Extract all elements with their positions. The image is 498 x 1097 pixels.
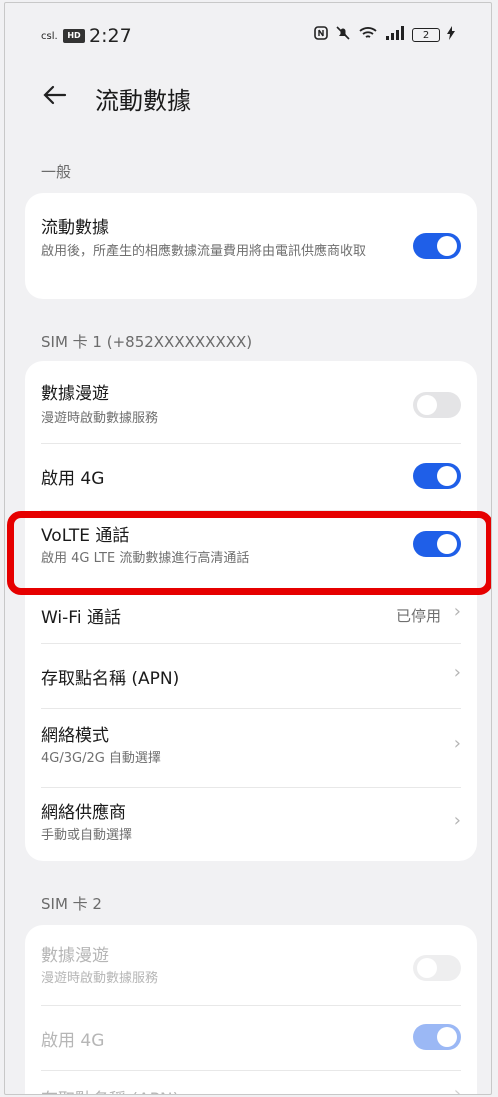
status-icons: 2 bbox=[314, 25, 455, 45]
sim2-4g-toggle[interactable] bbox=[413, 1024, 461, 1050]
section-general-label: 一般 bbox=[41, 163, 72, 181]
sim1-apn-title: 存取點名稱 (APN) bbox=[41, 669, 180, 689]
sim1-4g-toggle[interactable] bbox=[413, 463, 461, 489]
sim1-carrier-row[interactable]: 網絡供應商 手動或自動選擇 › bbox=[25, 788, 477, 861]
chevron-right-icon: › bbox=[453, 601, 461, 622]
sim1-roaming-title: 數據漫遊 bbox=[41, 384, 109, 404]
phone-screen: csl. HD 2:27 2 流動數據 一般 流動數據 啟用後，所產生的相應數據… bbox=[4, 2, 492, 1095]
sim1-network-mode-title: 網絡模式 bbox=[41, 726, 109, 746]
sim2-apn-row[interactable]: 存取點名稱 (APN) › bbox=[25, 1071, 477, 1095]
wifi-icon bbox=[358, 26, 378, 44]
sim2-roaming-title: 數據漫遊 bbox=[41, 946, 109, 966]
carrier-label: csl. bbox=[41, 31, 58, 42]
sim1-carrier-subtitle: 手動或自動選擇 bbox=[41, 828, 133, 843]
chevron-right-icon: › bbox=[453, 733, 461, 754]
chevron-right-icon: › bbox=[453, 810, 461, 831]
sim1-roaming-row[interactable]: 數據漫遊 漫遊時啟動數據服務 bbox=[25, 361, 477, 443]
mobile-data-title: 流動數據 bbox=[41, 218, 109, 238]
sim2-card: 數據漫遊 漫遊時啟動數據服務 啟用 4G 存取點名稱 (APN) › bbox=[25, 925, 477, 1095]
sim1-apn-row[interactable]: 存取點名稱 (APN) › bbox=[25, 644, 477, 708]
clock: 2:27 bbox=[89, 25, 132, 47]
sim1-wifi-calling-status: 已停用 bbox=[395, 607, 441, 625]
sim1-roaming-toggle[interactable] bbox=[413, 392, 461, 418]
charging-icon bbox=[447, 26, 455, 44]
signal-icon bbox=[385, 26, 405, 44]
nfc-icon bbox=[314, 26, 328, 44]
volte-highlight-box bbox=[7, 511, 491, 595]
battery-icon: 2 bbox=[412, 28, 440, 42]
section-sim2-label: SIM 卡 2 bbox=[41, 895, 102, 913]
mobile-data-toggle[interactable] bbox=[413, 233, 461, 259]
sim2-4g-row[interactable]: 啟用 4G bbox=[25, 1006, 477, 1070]
arrow-left-icon bbox=[43, 85, 67, 105]
section-sim1-label: SIM 卡 1 (+852XXXXXXXXX) bbox=[41, 333, 253, 351]
sim1-4g-row[interactable]: 啟用 4G bbox=[25, 444, 477, 510]
page-title: 流動數據 bbox=[95, 87, 191, 115]
sim1-wifi-calling-row[interactable]: Wi-Fi 通話 已停用 › bbox=[25, 591, 477, 643]
sim2-roaming-subtitle: 漫遊時啟動數據服務 bbox=[41, 971, 159, 986]
sim1-wifi-calling-title: Wi-Fi 通話 bbox=[41, 608, 121, 628]
sim2-roaming-toggle[interactable] bbox=[413, 955, 461, 981]
mobile-data-row[interactable]: 流動數據 啟用後，所產生的相應數據流量費用將由電訊供應商收取 bbox=[25, 193, 477, 299]
hd-icon: HD bbox=[63, 29, 85, 43]
sim1-network-mode-subtitle: 4G/3G/2G 自動選擇 bbox=[41, 751, 161, 766]
sim2-4g-title: 啟用 4G bbox=[41, 1031, 105, 1051]
back-button[interactable] bbox=[41, 81, 69, 116]
sim2-apn-title: 存取點名稱 (APN) bbox=[41, 1085, 179, 1094]
status-bar: csl. HD 2:27 2 bbox=[5, 3, 491, 65]
general-card: 流動數據 啟用後，所產生的相應數據流量費用將由電訊供應商收取 bbox=[25, 193, 477, 299]
sim1-roaming-subtitle: 漫遊時啟動數據服務 bbox=[41, 411, 159, 426]
sim2-roaming-row[interactable]: 數據漫遊 漫遊時啟動數據服務 bbox=[25, 925, 477, 1005]
sim1-4g-title: 啟用 4G bbox=[41, 469, 105, 489]
chevron-right-icon: › bbox=[453, 1083, 461, 1095]
mobile-data-subtitle: 啟用後，所產生的相應數據流量費用將由電訊供應商收取 bbox=[41, 244, 367, 259]
sim1-network-mode-row[interactable]: 網絡模式 4G/3G/2G 自動選擇 › bbox=[25, 709, 477, 787]
mute-icon bbox=[335, 25, 351, 45]
chevron-right-icon: › bbox=[453, 662, 461, 683]
sim1-carrier-title: 網絡供應商 bbox=[41, 803, 126, 823]
sim1-card: 數據漫遊 漫遊時啟動數據服務 啟用 4G VoLTE 通話 啟用 4G LTE … bbox=[25, 361, 477, 861]
